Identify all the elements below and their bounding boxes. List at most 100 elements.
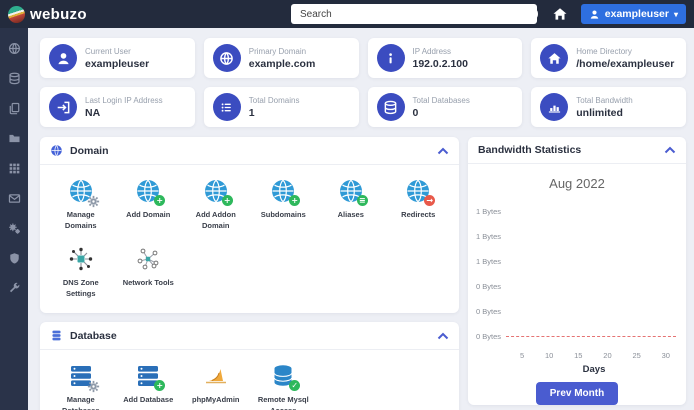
app-aliases[interactable]: ≡ Aliases <box>320 178 382 231</box>
main-content: Current User exampleuser Primary Domain … <box>28 28 694 410</box>
bandwidth-chart-icon <box>540 93 569 121</box>
app-manage-databases[interactable]: Manage Databases <box>50 363 112 410</box>
app-manage-domains[interactable]: Manage Domains <box>50 178 112 231</box>
sidebar-item-services[interactable] <box>7 221 21 235</box>
domain-app-grid: Manage Domains + Add Domain + Add Addon … <box>40 165 459 313</box>
x-tick: 30 <box>661 351 670 360</box>
app-label: phpMyAdmin <box>192 395 240 404</box>
y-tick-label: 1 Bytes <box>476 207 502 216</box>
sidebar-item-email[interactable] <box>7 191 21 205</box>
server-gear-icon <box>68 363 99 393</box>
database-check-icon: ✓ <box>270 363 301 391</box>
stat-label: Last Login IP Address <box>85 95 163 105</box>
chevron-up-icon[interactable] <box>664 145 676 155</box>
app-redirects[interactable]: → Redirects <box>388 178 450 231</box>
x-tick: 15 <box>574 351 583 360</box>
globe-plus-icon: + <box>135 178 166 206</box>
app-phpmyadmin[interactable]: phpMyAdmin <box>185 363 247 410</box>
stat-value: exampleuser <box>85 57 150 70</box>
bandwidth-panel: Bandwidth Statistics Aug 2022 1 Bytes 1 … <box>468 137 686 405</box>
mail-icon <box>8 193 20 203</box>
home-icon[interactable] <box>552 6 568 22</box>
app-dns-zone-settings[interactable]: DNS Zone Settings <box>50 246 112 299</box>
app-add-database[interactable]: + Add Database <box>118 363 180 410</box>
x-tick: 25 <box>632 351 641 360</box>
app-subdomains[interactable]: + Subdomains <box>253 178 315 231</box>
sidebar-item-files[interactable] <box>7 101 21 115</box>
stat-label: IP Address <box>412 46 452 56</box>
stat-card-total-bandwidth: Total Bandwidth unlimited <box>531 87 686 127</box>
app-label: Subdomains <box>260 210 306 219</box>
panel-title: Bandwidth Statistics <box>478 144 582 156</box>
database-icon <box>50 329 63 342</box>
y-tick-label: 0 Bytes <box>476 332 502 341</box>
wrench-icon <box>9 282 19 292</box>
database-panel: Database Manage Databases + Add Database… <box>40 322 459 410</box>
user-icon <box>590 10 599 19</box>
app-label: Manage Databases <box>61 395 100 410</box>
stat-card-total-databases: Total Databases 0 <box>367 87 523 127</box>
gears-icon <box>8 222 20 234</box>
stat-card-primary-domain: Primary Domain example.com <box>203 38 359 78</box>
right-column: Bandwidth Statistics Aug 2022 1 Bytes 1 … <box>468 137 686 410</box>
app-network-tools[interactable]: Network Tools <box>118 246 180 299</box>
network-tools-icon <box>135 246 161 272</box>
bandwidth-chart: Aug 2022 1 Bytes 1 Bytes 1 Bytes 0 Bytes… <box>468 176 686 405</box>
globe-icon <box>212 44 241 72</box>
sidebar-item-security[interactable] <box>7 251 21 265</box>
home-icon <box>540 44 569 72</box>
bandwidth-panel-header: Bandwidth Statistics <box>468 137 686 164</box>
y-tick-label: 0 Bytes <box>476 307 502 316</box>
search-input[interactable] <box>291 4 537 24</box>
app-remote-mysql-access[interactable]: ✓ Remote Mysql Access <box>253 363 315 410</box>
app-add-domain[interactable]: + Add Domain <box>118 178 180 231</box>
sidebar-item-tools[interactable] <box>7 281 21 295</box>
zero-baseline <box>506 336 676 337</box>
user-icon <box>49 44 77 72</box>
sidebar <box>0 28 28 410</box>
stat-label: Current User <box>85 46 131 56</box>
database-panel-header: Database <box>40 322 459 350</box>
stats-grid: Current User exampleuser Primary Domain … <box>40 38 686 127</box>
sidebar-item-file-manager[interactable] <box>7 131 21 145</box>
globe-plus-icon: + <box>270 178 301 206</box>
topbar: webuzo W exampleuser ▾ <box>0 0 694 28</box>
phpmyadmin-icon <box>203 363 229 389</box>
prev-month-button[interactable]: Prev Month <box>535 382 619 405</box>
info-icon <box>376 44 405 72</box>
sidebar-item-databases[interactable] <box>7 71 21 85</box>
app-label: Add Addon Domain <box>195 210 236 230</box>
panel-title: Domain <box>70 144 109 157</box>
webuzo-logo[interactable]: webuzo <box>5 3 87 25</box>
sidebar-item-domains[interactable] <box>7 41 21 55</box>
sidebar-item-apps[interactable] <box>7 161 21 175</box>
stat-value: NA <box>85 106 101 119</box>
stat-value: 192.0.2.100 <box>412 57 468 70</box>
stat-label: Home Directory <box>576 46 632 56</box>
app-add-addon-domain[interactable]: + Add Addon Domain <box>185 178 247 231</box>
stat-value: unlimited <box>576 106 623 119</box>
x-tick: 5 <box>520 351 525 360</box>
globe-redirect-icon: → <box>405 178 436 206</box>
dns-network-icon <box>68 246 94 272</box>
app-label: Manage Domains <box>64 210 97 230</box>
login-icon <box>49 93 77 121</box>
globe-icon <box>8 42 20 54</box>
stat-card-home-directory: Home Directory /home/exampleuser <box>531 38 686 78</box>
topbar-actions: W exampleuser ▾ <box>523 4 686 24</box>
globe-icon <box>50 144 63 157</box>
app-label: Redirects <box>401 210 436 219</box>
database-icon <box>8 72 20 84</box>
logo-text: webuzo <box>30 5 87 23</box>
chevron-up-icon[interactable] <box>437 331 449 341</box>
chevron-up-icon[interactable] <box>437 146 449 156</box>
stat-card-ip-address: IP Address 192.0.2.100 <box>367 38 523 78</box>
x-axis-label: Days <box>582 364 606 375</box>
stat-value: 0 <box>412 106 419 119</box>
globe-list-icon: ≡ <box>338 178 368 206</box>
user-menu-button[interactable]: exampleuser ▾ <box>580 4 686 24</box>
app-label: Remote Mysql Access <box>257 395 309 410</box>
shield-icon <box>9 252 19 264</box>
left-column: Domain Manage Domains + Add Domain + Add… <box>40 137 459 410</box>
folder-icon <box>8 134 20 142</box>
